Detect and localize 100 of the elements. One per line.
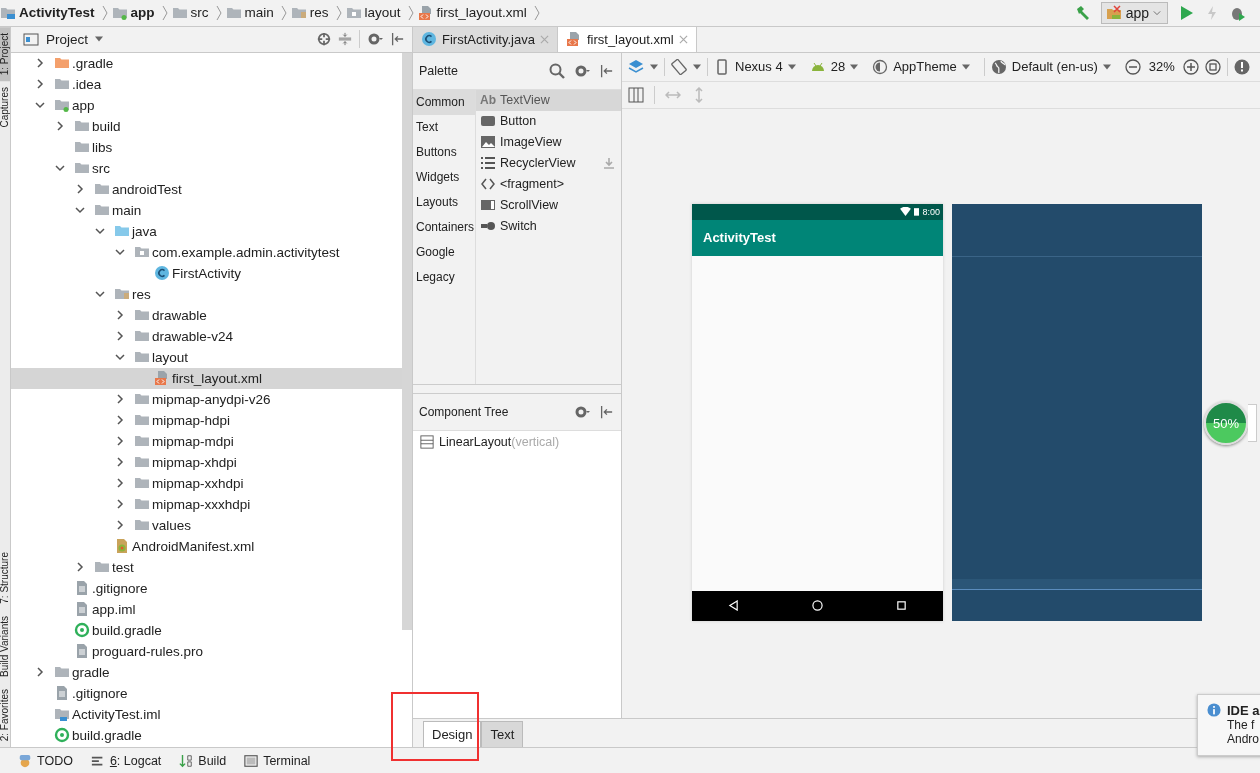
tree-item[interactable]: test — [11, 556, 402, 578]
palette-item[interactable]: <fragment> — [476, 173, 621, 195]
tree-item[interactable]: proguard-rules.pro — [11, 640, 402, 662]
chevron-right-icon[interactable] — [34, 78, 46, 91]
tree-item[interactable]: androidTest — [11, 178, 402, 200]
tree-item[interactable]: mipmap-anydpi-v26 — [11, 388, 402, 410]
breadcrumb-item[interactable]: app — [130, 5, 155, 21]
palette-category[interactable]: Widgets — [413, 164, 475, 190]
locale-dropdown[interactable]: Default (en-us) — [990, 58, 1111, 75]
device-dropdown[interactable]: Nexus 4 — [714, 58, 796, 75]
caret-icon[interactable] — [693, 63, 701, 70]
hammer-icon[interactable] — [1074, 5, 1091, 21]
hide-panel-icon[interactable] — [390, 32, 404, 47]
breadcrumb-item[interactable]: layout — [364, 5, 401, 21]
breadcrumb-item[interactable]: main — [244, 5, 274, 21]
palette-category[interactable]: Legacy — [413, 264, 475, 290]
editor-tab[interactable]: FirstActivity.java — [413, 26, 558, 52]
palette-item[interactable]: RecyclerView — [476, 152, 621, 174]
palette-category[interactable]: Layouts — [413, 189, 475, 215]
chevron-right-icon[interactable] — [54, 120, 66, 133]
breadcrumb-item[interactable]: res — [309, 5, 329, 21]
chevron-right-icon[interactable] — [114, 519, 126, 532]
breadcrumb-item[interactable]: first_layout.xml — [436, 5, 527, 21]
scrollbar-thumb[interactable] — [402, 52, 412, 630]
debug-bug-icon[interactable] — [1230, 5, 1246, 21]
tool-window-button[interactable]: 6: Logcat — [90, 753, 162, 768]
tree-item[interactable]: app.iml — [11, 598, 402, 620]
tree-item[interactable]: mipmap-mdpi — [11, 430, 402, 452]
hide-panel-icon[interactable] — [599, 404, 613, 419]
caret-icon[interactable] — [650, 63, 658, 70]
zoom-fit-icon[interactable] — [1204, 58, 1221, 75]
chevron-right-icon[interactable] — [114, 498, 126, 511]
zoom-out-icon[interactable] — [1124, 58, 1141, 75]
tree-item[interactable]: build.gradle — [11, 619, 402, 641]
tree-item[interactable]: .gitignore — [11, 577, 402, 599]
run-configuration-dropdown[interactable]: app — [1100, 2, 1168, 24]
tool-window-button[interactable]: TODO — [18, 753, 73, 768]
chevron-right-icon[interactable] — [114, 435, 126, 448]
tree-item[interactable]: main — [11, 199, 402, 221]
tree-item[interactable]: app — [11, 94, 402, 116]
columns-icon[interactable] — [628, 86, 644, 103]
tree-item[interactable]: mipmap-hdpi — [11, 409, 402, 431]
chevron-right-icon[interactable] — [114, 456, 126, 469]
tree-item[interactable]: mipmap-xxhdpi — [11, 472, 402, 494]
component-tree-item[interactable]: LinearLayout — [439, 434, 512, 449]
hide-panel-icon[interactable] — [599, 63, 613, 78]
tree-item[interactable]: values — [11, 514, 402, 536]
tree-item[interactable]: drawable — [11, 304, 402, 326]
tree-item[interactable]: src — [11, 157, 402, 179]
tree-item[interactable]: layout — [11, 346, 402, 368]
chevron-right-icon[interactable] — [34, 666, 46, 679]
tree-item[interactable]: mipmap-xxxhdpi — [11, 493, 402, 515]
chevron-right-icon[interactable] — [114, 477, 126, 490]
palette-item[interactable]: Button — [476, 110, 621, 132]
palette-item[interactable]: Switch — [476, 215, 621, 237]
palette-category[interactable]: Common — [413, 89, 475, 115]
rotate-device-icon[interactable] — [671, 58, 687, 75]
tree-item[interactable]: com.example.admin.activitytest — [11, 241, 402, 263]
tree-item[interactable]: AndroidManifest.xml — [11, 535, 402, 557]
tree-item[interactable]: ActivityTest.iml — [11, 703, 402, 725]
tree-item[interactable]: drawable-v24 — [11, 325, 402, 347]
palette-category[interactable]: Containers — [413, 214, 475, 240]
chevron-right-icon[interactable] — [74, 561, 86, 574]
tool-window-button[interactable]: Build — [179, 753, 227, 768]
layers-icon[interactable] — [628, 58, 644, 75]
api-level-dropdown[interactable]: 28 — [809, 58, 859, 75]
chevron-right-icon[interactable] — [114, 309, 126, 322]
warning-icon[interactable] — [1233, 58, 1250, 75]
tree-item[interactable]: .gitignore — [11, 682, 402, 704]
breadcrumb-item[interactable]: src — [190, 5, 209, 21]
palette-item[interactable]: ScrollView — [476, 194, 621, 216]
crosshair-icon[interactable] — [317, 32, 331, 47]
tree-item[interactable]: gradle — [11, 661, 402, 683]
tree-item[interactable]: build — [11, 115, 402, 137]
palette-item[interactable]: Ab TextView — [476, 89, 621, 111]
tree-item[interactable]: res — [11, 283, 402, 305]
palette-category[interactable]: Buttons — [413, 139, 475, 165]
zoom-in-icon[interactable] — [1182, 58, 1199, 75]
breadcrumb-item[interactable]: ActivityTest — [19, 5, 95, 21]
theme-dropdown[interactable]: AppTheme — [872, 58, 970, 75]
chevron-right-icon[interactable] — [114, 414, 126, 427]
editor-tab[interactable]: first_layout.xml — [557, 26, 697, 52]
chevron-right-icon[interactable] — [114, 393, 126, 406]
palette-category[interactable]: Text — [413, 114, 475, 140]
chevron-right-icon[interactable] — [114, 330, 126, 343]
tree-item[interactable]: .gradle — [11, 52, 402, 74]
network-monitor-widget[interactable]: 50% — [1204, 401, 1248, 445]
project-view-selector[interactable]: Project — [46, 31, 89, 47]
tree-item[interactable]: build.gradle — [11, 724, 402, 746]
mode-tab[interactable]: Design — [423, 721, 482, 748]
tree-item[interactable]: libs — [11, 136, 402, 158]
palette-category[interactable]: Google — [413, 239, 475, 265]
run-icon[interactable] — [1178, 5, 1194, 21]
notification-balloon[interactable]: IDE a The f Andro — [1197, 694, 1260, 756]
tool-window-button[interactable]: Terminal — [244, 753, 311, 768]
tree-item[interactable]: .idea — [11, 73, 402, 95]
mode-tab[interactable]: Text — [481, 721, 524, 748]
tree-item[interactable]: first_layout.xml — [11, 367, 402, 389]
palette-item[interactable]: ImageView — [476, 131, 621, 153]
tree-item[interactable]: java — [11, 220, 402, 242]
